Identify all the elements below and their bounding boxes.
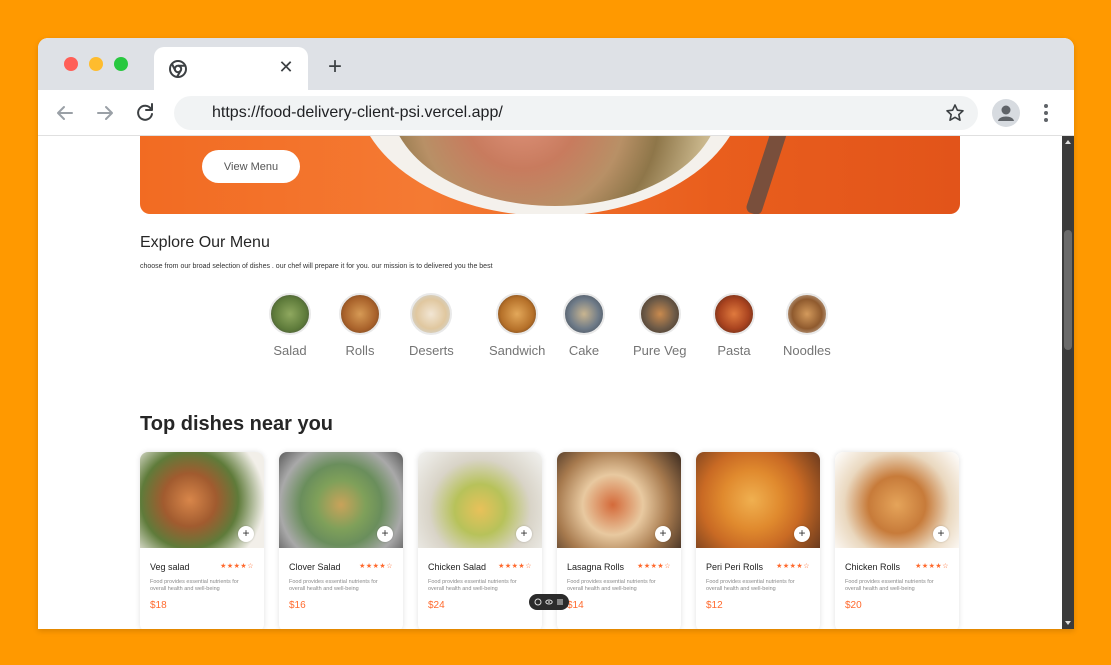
- url-text[interactable]: https://food-delivery-client-psi.vercel.…: [212, 104, 503, 122]
- food-price: $18: [150, 600, 167, 611]
- category-label: Rolls: [345, 343, 375, 358]
- forward-arrow-icon[interactable]: [92, 100, 118, 126]
- explore-menu-description: choose from our broad selection of dishe…: [140, 263, 493, 270]
- add-to-cart-button[interactable]: +: [377, 526, 393, 542]
- window-close-button[interactable]: [64, 57, 78, 71]
- category-cake[interactable]: Cake: [563, 293, 605, 358]
- category-sandwich[interactable]: Sandwich: [489, 293, 545, 358]
- add-to-cart-button[interactable]: +: [238, 526, 254, 542]
- scroll-thumb[interactable]: [1064, 230, 1072, 350]
- food-price: $24: [428, 600, 445, 611]
- category-pasta[interactable]: Pasta: [713, 293, 755, 358]
- category-image: [410, 293, 453, 335]
- add-to-cart-button[interactable]: +: [794, 526, 810, 542]
- hero-food-image: [390, 136, 720, 206]
- food-description: Food provides essential nutrients for ov…: [567, 579, 656, 593]
- category-label: Noodles: [783, 343, 831, 358]
- category-pure-veg[interactable]: Pure Veg: [633, 293, 687, 358]
- food-description: Food provides essential nutrients for ov…: [706, 579, 795, 593]
- address-bar[interactable]: https://food-delivery-client-psi.vercel.…: [174, 96, 978, 130]
- view-menu-button[interactable]: View Menu: [202, 150, 300, 183]
- food-description: Food provides essential nutrients for ov…: [150, 579, 239, 593]
- browser-toolbar: https://food-delivery-client-psi.vercel.…: [38, 90, 1074, 136]
- category-label: Pasta: [717, 343, 751, 358]
- add-to-cart-button[interactable]: +: [516, 526, 532, 542]
- list-icon[interactable]: [556, 598, 564, 606]
- profile-avatar[interactable]: [992, 99, 1020, 127]
- back-arrow-icon[interactable]: [52, 100, 78, 126]
- category-label: Sandwich: [489, 343, 546, 358]
- floating-toolbar[interactable]: [529, 594, 569, 610]
- rating-stars: ★★★★☆: [915, 563, 949, 570]
- food-description: Food provides essential nutrients for ov…: [428, 579, 517, 593]
- food-price: $16: [289, 600, 306, 611]
- vertical-scrollbar[interactable]: [1062, 136, 1074, 629]
- food-price: $12: [706, 600, 723, 611]
- hero-banner: View Menu: [140, 136, 960, 214]
- browser-window: ✕ + https://food-delivery-client-psi.ver…: [38, 38, 1074, 629]
- bookmark-star-icon[interactable]: [944, 102, 966, 124]
- category-image: [563, 293, 605, 335]
- eye-icon[interactable]: [545, 598, 553, 606]
- category-image: [638, 293, 681, 335]
- browser-tab[interactable]: ✕: [154, 47, 308, 90]
- food-name: Veg salad: [150, 562, 190, 572]
- rating-stars: ★★★★☆: [359, 563, 393, 570]
- category-label: Deserts: [409, 343, 454, 358]
- food-price: $14: [567, 600, 584, 611]
- close-tab-icon[interactable]: ✕: [276, 57, 296, 77]
- add-to-cart-button[interactable]: +: [933, 526, 949, 542]
- explore-menu-title: Explore Our Menu: [140, 234, 270, 251]
- more-options-icon[interactable]: [1038, 101, 1054, 125]
- food-card[interactable]: + Chicken Rolls ★★★★☆ Food provides esse…: [835, 452, 959, 629]
- category-label: Pure Veg: [633, 343, 687, 358]
- category-image: [496, 293, 539, 335]
- add-to-cart-button[interactable]: +: [655, 526, 671, 542]
- food-description: Food provides essential nutrients for ov…: [289, 579, 378, 593]
- category-image: [339, 293, 381, 335]
- food-name: Peri Peri Rolls: [706, 562, 764, 572]
- window-maximize-button[interactable]: [114, 57, 128, 71]
- food-name: Chicken Salad: [428, 562, 487, 572]
- rating-stars: ★★★★☆: [776, 563, 810, 570]
- category-image: [269, 293, 311, 335]
- food-card[interactable]: + Veg salad ★★★★☆ Food provides essentia…: [140, 452, 264, 629]
- menu-category-list: Salad Rolls Deserts Sandwich Cake Pure V…: [263, 293, 863, 363]
- scroll-down-arrow[interactable]: [1065, 621, 1071, 625]
- category-rolls[interactable]: Rolls: [339, 293, 381, 358]
- top-dishes-title: Top dishes near you: [140, 413, 333, 435]
- food-name: Chicken Rolls: [845, 562, 901, 572]
- category-salad[interactable]: Salad: [269, 293, 311, 358]
- comment-icon[interactable]: [534, 598, 542, 606]
- scroll-up-arrow[interactable]: [1065, 140, 1071, 144]
- food-card[interactable]: + Chicken Salad ★★★★☆ Food provides esse…: [418, 452, 542, 629]
- food-card[interactable]: + Peri Peri Rolls ★★★★☆ Food provides es…: [696, 452, 820, 629]
- person-icon: [998, 105, 1014, 121]
- category-image: [713, 293, 755, 335]
- category-label: Cake: [568, 343, 600, 358]
- rating-stars: ★★★★☆: [220, 563, 254, 570]
- tab-strip: ✕ +: [38, 38, 1074, 90]
- category-label: Salad: [273, 343, 307, 358]
- chrome-icon: [169, 60, 187, 78]
- food-card[interactable]: + Lasagna Rolls ★★★★☆ Food provides esse…: [557, 452, 681, 629]
- category-deserts[interactable]: Deserts: [409, 293, 454, 358]
- rating-stars: ★★★★☆: [637, 563, 671, 570]
- category-image: [785, 293, 828, 335]
- new-tab-button[interactable]: +: [323, 55, 347, 80]
- food-name: Lasagna Rolls: [567, 562, 625, 572]
- hero-fork-image: [744, 136, 792, 214]
- window-minimize-button[interactable]: [89, 57, 103, 71]
- food-price: $20: [845, 600, 862, 611]
- reload-icon[interactable]: [132, 100, 158, 126]
- food-description: Food provides essential nutrients for ov…: [845, 579, 934, 593]
- category-noodles[interactable]: Noodles: [783, 293, 831, 358]
- rating-stars: ★★★★☆: [498, 563, 532, 570]
- page-viewport: View Menu Explore Our Menu choose from o…: [38, 136, 1062, 629]
- food-card[interactable]: + Clover Salad ★★★★☆ Food provides essen…: [279, 452, 403, 629]
- food-name: Clover Salad: [289, 562, 341, 572]
